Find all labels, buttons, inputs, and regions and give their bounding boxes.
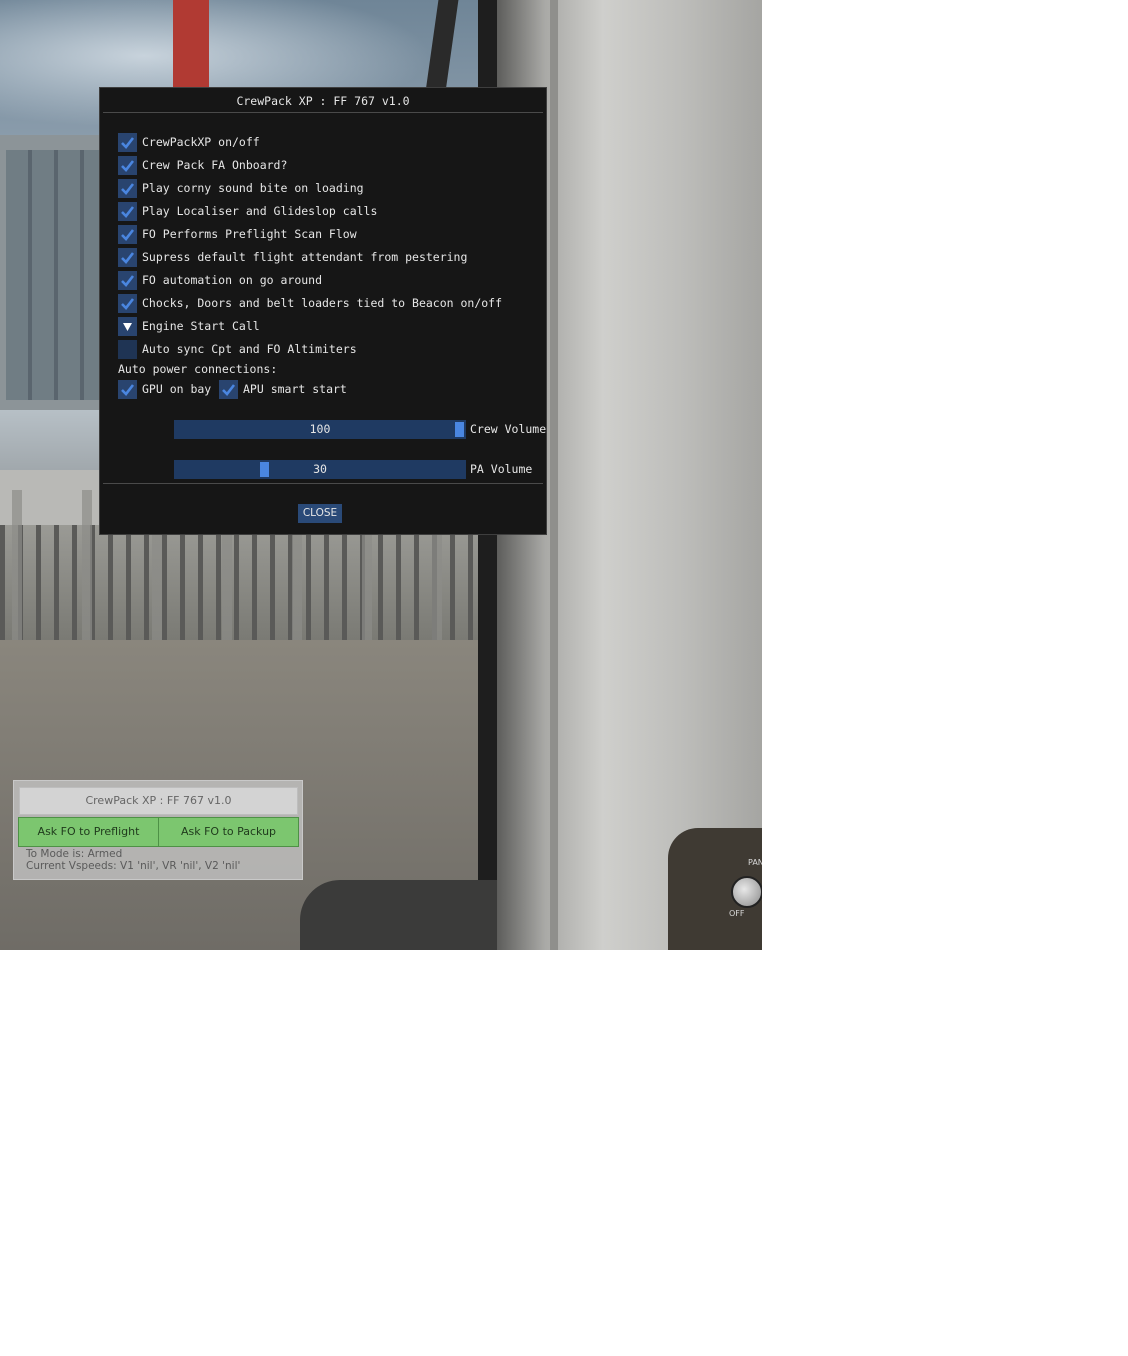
pillar-edge (550, 0, 558, 950)
option-label: APU smart start (243, 382, 347, 396)
slider-handle[interactable] (455, 422, 464, 437)
option-label: FO automation on go around (142, 273, 323, 287)
checkbox-checked[interactable] (118, 270, 137, 290)
option-label: Chocks, Doors and belt loaders tied to B… (142, 296, 503, 310)
auto-power-heading: Auto power connections: (118, 362, 278, 376)
option-label: FO Performs Preflight Scan Flow (142, 227, 357, 241)
slider-handle[interactable] (259, 462, 269, 477)
checkbox-checked[interactable] (219, 379, 238, 399)
checkbox-checked[interactable] (118, 224, 137, 244)
option-label: Auto sync Cpt and FO Altimiters (142, 342, 357, 356)
window-frame-bottom (300, 880, 500, 950)
to-mode-status: To Mode is: Armed (26, 848, 123, 860)
panel-label-pan: PAN (748, 858, 762, 867)
option-gpu-on-bay[interactable]: GPU on bay (118, 379, 211, 399)
option-loc-gs-calls[interactable]: Play Localiser and Glideslop calls (118, 201, 377, 221)
check-icon (121, 251, 135, 264)
check-icon (121, 136, 135, 149)
pa-volume-label: PA Volume (470, 462, 533, 476)
option-fa-onboard[interactable]: Crew Pack FA Onboard? (118, 155, 287, 175)
ask-fo-packup-button[interactable]: Ask FO to Packup (158, 817, 299, 847)
dialog-title[interactable]: CrewPack XP : FF 767 v1.0 (100, 94, 546, 108)
option-label: Play corny sound bite on loading (142, 181, 364, 195)
checkbox-checked[interactable] (118, 293, 137, 313)
option-crewpack-onoff[interactable]: CrewPackXP on/off (118, 132, 260, 152)
checkbox-unchecked[interactable] (118, 339, 137, 359)
option-corny-sound[interactable]: Play corny sound bite on loading (118, 178, 364, 198)
option-chocks-beacon[interactable]: Chocks, Doors and belt loaders tied to B… (118, 293, 502, 313)
crewpack-widget: CrewPack XP : FF 767 v1.0 Ask FO to Pref… (13, 780, 303, 880)
option-label: GPU on bay (142, 382, 212, 396)
option-label: Crew Pack FA Onboard? (142, 158, 288, 172)
check-icon (222, 383, 236, 396)
checkbox-checked[interactable] (118, 379, 137, 399)
crewpack-settings-dialog: CrewPack XP : FF 767 v1.0 CrewPackXP on/… (99, 87, 547, 535)
option-altimeter-sync[interactable]: Auto sync Cpt and FO Altimiters (118, 339, 357, 359)
check-icon (121, 159, 135, 172)
checkbox-checked[interactable] (118, 132, 137, 152)
check-icon (121, 182, 135, 195)
option-engine-start-call[interactable]: Engine Start Call (118, 316, 260, 336)
triangle-down-icon (123, 322, 132, 331)
terminal-windows (6, 150, 106, 400)
checkbox-checked[interactable] (118, 155, 137, 175)
vspeeds-status: Current Vspeeds: V1 'nil', VR 'nil', V2 … (26, 860, 241, 872)
pa-volume-slider[interactable]: 30 (174, 460, 466, 479)
slider-value: 30 (313, 462, 327, 476)
panel-knob[interactable] (731, 876, 762, 908)
slider-value: 100 (309, 422, 331, 436)
option-preflight-scan[interactable]: FO Performs Preflight Scan Flow (118, 224, 357, 244)
option-label: Play Localiser and Glideslop calls (142, 204, 378, 218)
crew-volume-slider[interactable]: 100 (174, 420, 466, 439)
option-go-around[interactable]: FO automation on go around (118, 270, 322, 290)
title-divider (103, 112, 543, 113)
check-icon (121, 297, 135, 310)
option-supress-fa[interactable]: Supress default flight attendant from pe… (118, 247, 467, 267)
collapse-toggle[interactable] (118, 316, 137, 336)
option-label: Supress default flight attendant from pe… (142, 250, 468, 264)
close-button[interactable]: CLOSE (298, 504, 342, 523)
widget-title[interactable]: CrewPack XP : FF 767 v1.0 (19, 787, 298, 815)
crew-volume-label: Crew Volume (470, 422, 547, 436)
option-apu-smart-start[interactable]: APU smart start (219, 379, 347, 399)
check-icon (121, 205, 135, 218)
red-pole (173, 0, 209, 90)
checkbox-checked[interactable] (118, 247, 137, 267)
checkbox-checked[interactable] (118, 201, 137, 221)
check-icon (121, 383, 135, 396)
panel-label-off: OFF (729, 909, 745, 918)
footer-divider (103, 483, 543, 484)
check-icon (121, 274, 135, 287)
check-icon (121, 228, 135, 241)
option-label: CrewPackXP on/off (142, 135, 260, 149)
ask-fo-preflight-button[interactable]: Ask FO to Preflight (18, 817, 159, 847)
option-label: Engine Start Call (142, 319, 260, 333)
checkbox-checked[interactable] (118, 178, 137, 198)
